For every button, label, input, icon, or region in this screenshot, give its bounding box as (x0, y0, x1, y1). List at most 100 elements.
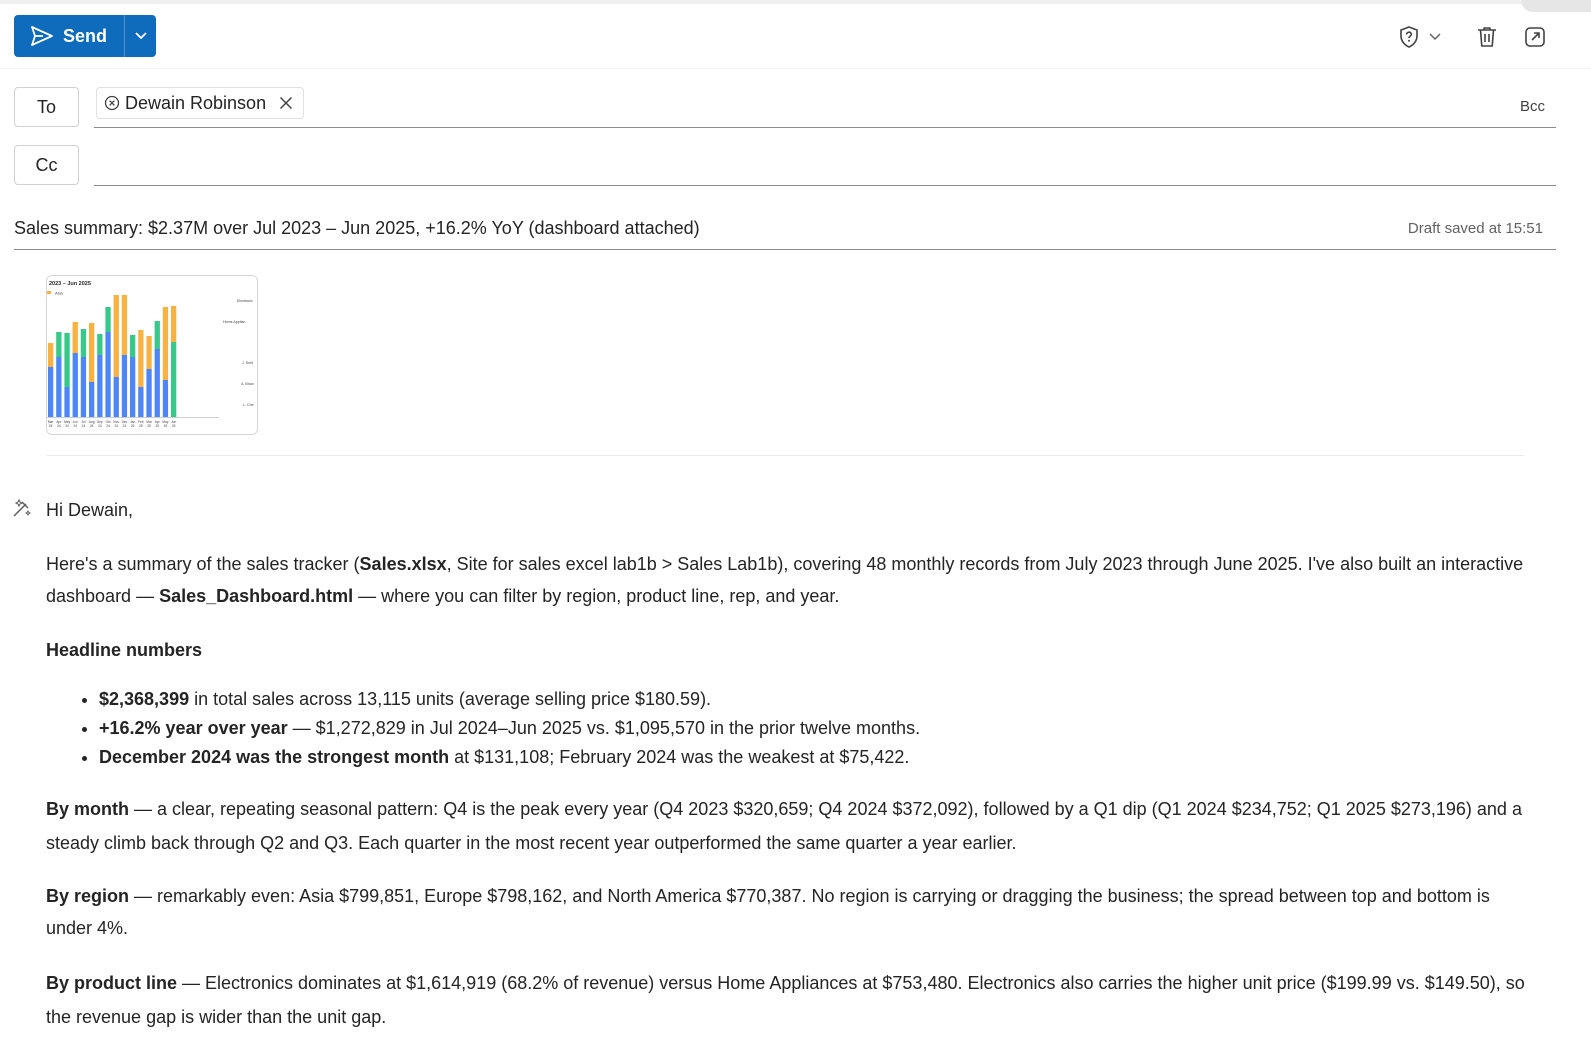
window-top-edge (0, 0, 1591, 12)
window-corner-shade (1521, 0, 1591, 12)
chart-bar-segment (138, 330, 144, 387)
chart-bar-segment (171, 342, 177, 417)
chart-tick-label: 24 (73, 424, 77, 428)
chart-bar-segment (72, 353, 78, 417)
chart-bar-segment (48, 367, 54, 417)
chart-bar-segment (56, 332, 62, 357)
cc-button[interactable]: Cc (14, 145, 79, 185)
pop-out-icon (1524, 26, 1546, 48)
by-region-label: By region (46, 886, 130, 906)
bcc-button[interactable]: Bcc (1520, 98, 1545, 115)
chart-bar-segment (72, 322, 78, 353)
send-icon (30, 25, 54, 47)
chart-bar-segment (121, 355, 128, 417)
chart-bar-segment (64, 387, 70, 417)
bullet-text: at $131,108; February 2024 was the weake… (449, 747, 910, 767)
by-product-text: — Electronics dominates at $1,614,919 (6… (46, 973, 1525, 1027)
chart-bar-segment (130, 335, 136, 357)
subject-underline (14, 249, 1556, 250)
chart-tick-label: 24 (106, 424, 110, 428)
pop-out-button[interactable] (1522, 24, 1548, 50)
chart-bar-segment (89, 382, 95, 417)
side-label-home-appliances: Home Applian (223, 320, 245, 324)
side-label-rep-2: A. Brow (241, 382, 254, 386)
chart-tick-label: 25 (172, 424, 176, 428)
chart-bar-segment (146, 369, 152, 417)
recipient-chip[interactable]: Dewain Robinson (96, 87, 305, 119)
chevron-down-icon (1429, 33, 1441, 41)
chart-bar-segment (146, 336, 152, 369)
by-month-label: By month (46, 799, 129, 819)
toolbar-divider (0, 68, 1591, 69)
chart-tick-label: 24 (49, 424, 53, 428)
by-region-text: — remarkably even: Asia $799,851, Europe… (46, 886, 1490, 938)
chart-bar-segment (171, 306, 177, 342)
side-label-rep-1: J. Smit (242, 361, 253, 365)
attachment-divider (46, 455, 1524, 456)
chart-tick-label: 24 (90, 424, 94, 428)
chart-bar-segment (138, 387, 144, 417)
chart-tick-label: 25 (131, 424, 135, 428)
trash-icon (1476, 25, 1498, 49)
attachment-thumbnail[interactable]: 2023 – Jun 2025 Asia Electronic Home App… (46, 275, 258, 435)
recipient-name: Dewain Robinson (125, 92, 267, 113)
chart-bar-segment (64, 333, 70, 387)
bullet-text: in total sales across 13,115 units (aver… (189, 689, 712, 709)
chart-bar-segment (80, 329, 87, 357)
to-field-underline (94, 127, 1556, 128)
sensitivity-dropdown[interactable] (1428, 24, 1442, 50)
legend-label: Asia (55, 291, 64, 296)
chart-tick-label: 24 (123, 424, 127, 428)
headline-heading: Headline numbers (46, 634, 1536, 666)
chart-tick-label: 24 (65, 424, 69, 428)
legend-swatch (47, 291, 51, 294)
chart-bar-segment (97, 334, 103, 355)
chart-bar-segment (89, 323, 95, 382)
list-item: +16.2% year over year — $1,272,829 in Ju… (99, 714, 1536, 743)
chart-bar-segment (162, 380, 169, 417)
draft-status: Draft saved at 15:51 (1407, 220, 1543, 237)
message-body[interactable]: Hi Dewain, Here's a summary of the sales… (46, 494, 1536, 1034)
file-name-dashboard: Sales_Dashboard.html (159, 586, 354, 606)
chart-bar-segment (105, 332, 111, 417)
headline-list: $2,368,399 in total sales across 13,115 … (46, 685, 1536, 772)
discard-button[interactable] (1474, 24, 1500, 50)
by-month-paragraph: By month — a clear, repeating seasonal p… (46, 792, 1536, 860)
chart-bar-segment (130, 357, 136, 417)
chart-title: 2023 – Jun 2025 (49, 281, 91, 287)
copilot-draft-icon[interactable] (11, 497, 33, 519)
list-item: December 2024 was the strongest month at… (99, 743, 1536, 772)
side-label-rep-3: L. Che (243, 403, 254, 407)
chart-tick-label: 24 (98, 424, 102, 428)
bullet-bold: $2,368,399 (99, 689, 190, 709)
to-button[interactable]: To (14, 87, 79, 127)
chart-tick-label: 24 (114, 424, 118, 428)
chart-tick-label: 25 (155, 424, 159, 428)
subject-field[interactable]: Sales summary: $2.37M over Jul 2023 – Ju… (14, 218, 700, 239)
send-button[interactable]: Send (14, 15, 124, 57)
chart-tick-label: 24 (82, 424, 86, 428)
file-name-sales: Sales.xlsx (359, 554, 447, 574)
send-label: Send (63, 25, 108, 46)
send-options-button[interactable] (124, 15, 156, 57)
cc-field-underline (94, 185, 1556, 186)
intro-text-3: — where you can filter by region, produc… (353, 586, 840, 606)
chevron-down-icon (134, 32, 147, 40)
recipient-status-icon (104, 95, 120, 111)
chart-bar-segment (80, 357, 87, 417)
by-product-label: By product line (46, 973, 178, 993)
bullet-text: — $1,272,829 in Jul 2024–Jun 2025 vs. $1… (287, 718, 921, 738)
chart-tick-label: 24 (57, 424, 61, 428)
by-month-text: — a clear, repeating seasonal pattern: Q… (46, 799, 1522, 853)
sensitivity-button[interactable] (1396, 24, 1422, 50)
list-item: $2,368,399 in total sales across 13,115 … (99, 685, 1536, 714)
by-product-paragraph: By product line — Electronics dominates … (46, 966, 1536, 1034)
chart-bar-segment (97, 355, 103, 417)
remove-recipient-icon[interactable] (279, 96, 293, 110)
chart-bar-segment (154, 349, 160, 417)
send-button-group: Send (14, 15, 156, 57)
side-label-electronics: Electronic (237, 299, 253, 303)
headline-heading-text: Headline numbers (46, 640, 203, 660)
chart-tick-label: 25 (164, 424, 168, 428)
chart-bar-segment (113, 295, 119, 377)
